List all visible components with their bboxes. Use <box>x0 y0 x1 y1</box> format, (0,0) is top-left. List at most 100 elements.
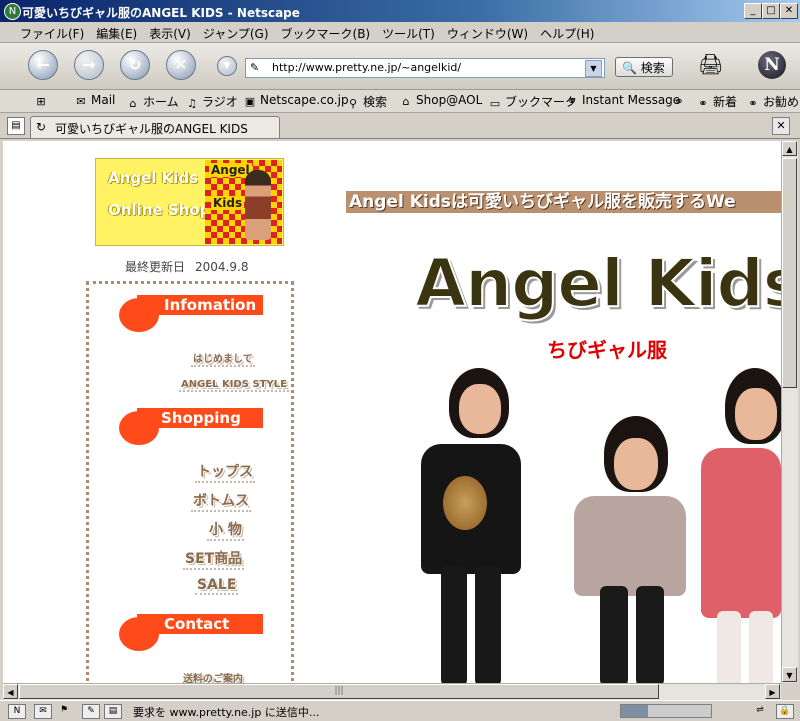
back-arrow-icon: ← <box>36 55 50 74</box>
bookmark-search[interactable]: ⚲ 検索 <box>346 93 387 110</box>
bookmark-link-icon: ⚭ <box>674 95 684 108</box>
url-bar[interactable]: ✎ http://www.pretty.ne.jp/~angelkid/ ▼ <box>245 58 605 78</box>
bookmark-separator-link[interactable]: ⚭ <box>672 93 689 108</box>
online-status-icon[interactable]: ⇌ <box>752 704 768 717</box>
close-icon: ✕ <box>776 119 786 132</box>
photo-girl-1 <box>391 366 531 683</box>
chevron-down-icon: ▼ <box>223 61 231 71</box>
scroll-left-button[interactable]: ◀ <box>3 684 18 699</box>
vertical-scrollbar[interactable]: ▲ ▼ <box>781 141 798 683</box>
shop-logo-banner[interactable]: Angel Kids Online Shop Angel Kids <box>95 158 284 246</box>
section-circle <box>119 298 159 332</box>
leg <box>749 611 773 683</box>
photo-girl-3 <box>697 366 781 683</box>
tab-title: 可愛いちびギャル服のANGEL KIDS <box>55 122 248 136</box>
logo-photo: Angel Kids <box>205 160 282 244</box>
link-tops[interactable]: トップス <box>195 461 255 483</box>
search-icon: ⚲ <box>348 97 358 110</box>
bookmark-home[interactable]: ⌂ ホーム <box>126 93 179 110</box>
status-address-book-icon[interactable]: ▤ <box>104 704 122 719</box>
bookmark-instant-message[interactable]: ⚭ Instant Message <box>565 93 680 108</box>
link-angel-kids-style[interactable]: ANGEL KIDS STYLE <box>179 379 289 392</box>
status-composer-icon[interactable]: ✎ <box>82 704 100 719</box>
section-title-information: Infomation <box>164 296 257 314</box>
bookmark-recommended[interactable]: ⚭ お勧め <box>746 93 799 110</box>
link-accessories[interactable]: 小 物 <box>207 519 244 541</box>
forward-arrow-icon: → <box>82 55 96 74</box>
reload-button[interactable]: ↻ <box>120 50 150 80</box>
bookmark-mail[interactable]: ✉ Mail <box>74 93 115 108</box>
menu-view[interactable]: 表示(V) <box>143 22 197 42</box>
status-aim-icon[interactable]: ⚑ <box>56 704 72 717</box>
link-hajimemashite[interactable]: はじめまして <box>191 350 255 367</box>
status-netscape-icon[interactable]: N <box>8 704 26 719</box>
leg <box>636 586 664 683</box>
forward-button[interactable]: → <box>74 50 104 80</box>
window-title: 可愛いちびギャル服のANGEL KIDS - Netscape <box>22 6 300 20</box>
security-lock-icon[interactable]: 🔒 <box>776 704 794 719</box>
headphones-icon: ♫ <box>187 97 197 110</box>
netscape-app-icon[interactable]: N <box>4 3 21 20</box>
shirt-print <box>443 476 487 530</box>
section-circle <box>119 411 159 445</box>
close-tab-button[interactable]: ✕ <box>772 117 790 135</box>
loading-progress-bar <box>620 704 712 718</box>
close-window-button[interactable]: ✕ <box>780 3 798 19</box>
sidebar-menu: Infomation はじめまして ANGEL KIDS STYLE Shopp… <box>86 281 294 683</box>
bookmark-new[interactable]: ⚭ 新着 <box>696 93 737 110</box>
sidebar-toggle[interactable]: ⊞ <box>34 93 51 108</box>
section-circle <box>119 617 159 651</box>
section-title-shopping: Shopping <box>161 409 241 427</box>
menu-help[interactable]: ヘルプ(H) <box>534 22 600 42</box>
link-bottoms[interactable]: ボトムス <box>191 490 251 512</box>
search-button[interactable]: 🔍 検索 <box>615 57 673 77</box>
scroll-up-button[interactable]: ▲ <box>782 141 797 156</box>
stop-button[interactable]: ✕ <box>166 50 196 80</box>
bookmarks-folder[interactable]: ▭ ブックマーク <box>488 93 577 110</box>
horizontal-scroll-thumb[interactable]: ||| <box>19 684 659 699</box>
url-input[interactable]: http://www.pretty.ne.jp/~angelkid/ <box>272 59 461 77</box>
url-dropdown-icon[interactable]: ▼ <box>585 60 602 77</box>
back-button[interactable]: ← <box>28 50 58 80</box>
link-sale[interactable]: SALE <box>195 577 239 595</box>
history-dropdown-button[interactable]: ▼ <box>217 56 237 76</box>
aol-icon: ⌂ <box>402 95 410 108</box>
magnifier-icon: 🔍 <box>622 61 637 75</box>
maximize-button[interactable]: □ <box>762 3 780 19</box>
bookmark-netscape[interactable]: ▣ Netscape.co.jp <box>243 93 349 108</box>
page-proxy-icon[interactable]: ✎ <box>250 61 264 75</box>
menu-window[interactable]: ウィンドウ(W) <box>441 22 534 42</box>
scroll-right-button[interactable]: ▶ <box>765 684 780 699</box>
bookmark-radio-label: ラジオ <box>202 95 238 109</box>
tab-current[interactable]: ↻ 可愛いちびギャル服のANGEL KIDS <box>30 116 280 138</box>
scroll-down-button[interactable]: ▼ <box>782 667 797 682</box>
status-mail-icon[interactable]: ✉ <box>34 704 52 719</box>
menu-go[interactable]: ジャンプ(G) <box>197 22 275 42</box>
leg <box>475 566 501 683</box>
bookmark-link-icon: ⚭ <box>567 95 577 108</box>
menu-tools[interactable]: ツール(T) <box>376 22 441 42</box>
bookmark-radio[interactable]: ♫ ラジオ <box>185 93 238 110</box>
menu-bookmarks[interactable]: ブックマーク(B) <box>275 22 377 42</box>
status-message: 要求を www.pretty.ne.jp に送信中... <box>133 706 320 719</box>
vertical-scroll-thumb[interactable] <box>782 158 797 388</box>
logo-photo-text1: Angel <box>209 163 252 177</box>
bookmark-search-label: 検索 <box>363 95 388 109</box>
body <box>701 448 781 618</box>
menu-edit[interactable]: 編集(E) <box>90 22 143 42</box>
horizontal-scrollbar[interactable]: ◀ ||| ▶ <box>3 683 781 700</box>
link-shipping-info[interactable]: 送料のご案内 <box>181 670 245 683</box>
my-icon: ▣ <box>244 95 256 108</box>
leg <box>441 566 467 683</box>
netscape-logo[interactable]: N <box>758 51 786 79</box>
bookmark-shop-aol[interactable]: ⌂ Shop@AOL <box>399 93 483 108</box>
bookmark-instant-message-label: Instant Message <box>582 93 681 107</box>
menu-file[interactable]: ファイル(F) <box>14 22 90 42</box>
leg <box>717 611 741 683</box>
updated-label: 最終更新日 <box>125 260 186 274</box>
new-tab-icon[interactable]: ▤ <box>7 117 25 135</box>
link-set-items[interactable]: SET商品 <box>183 548 245 570</box>
bookmark-home-label: ホーム <box>143 95 179 109</box>
minimize-button[interactable]: _ <box>744 3 762 19</box>
print-icon[interactable]: 🖨 <box>698 53 726 75</box>
